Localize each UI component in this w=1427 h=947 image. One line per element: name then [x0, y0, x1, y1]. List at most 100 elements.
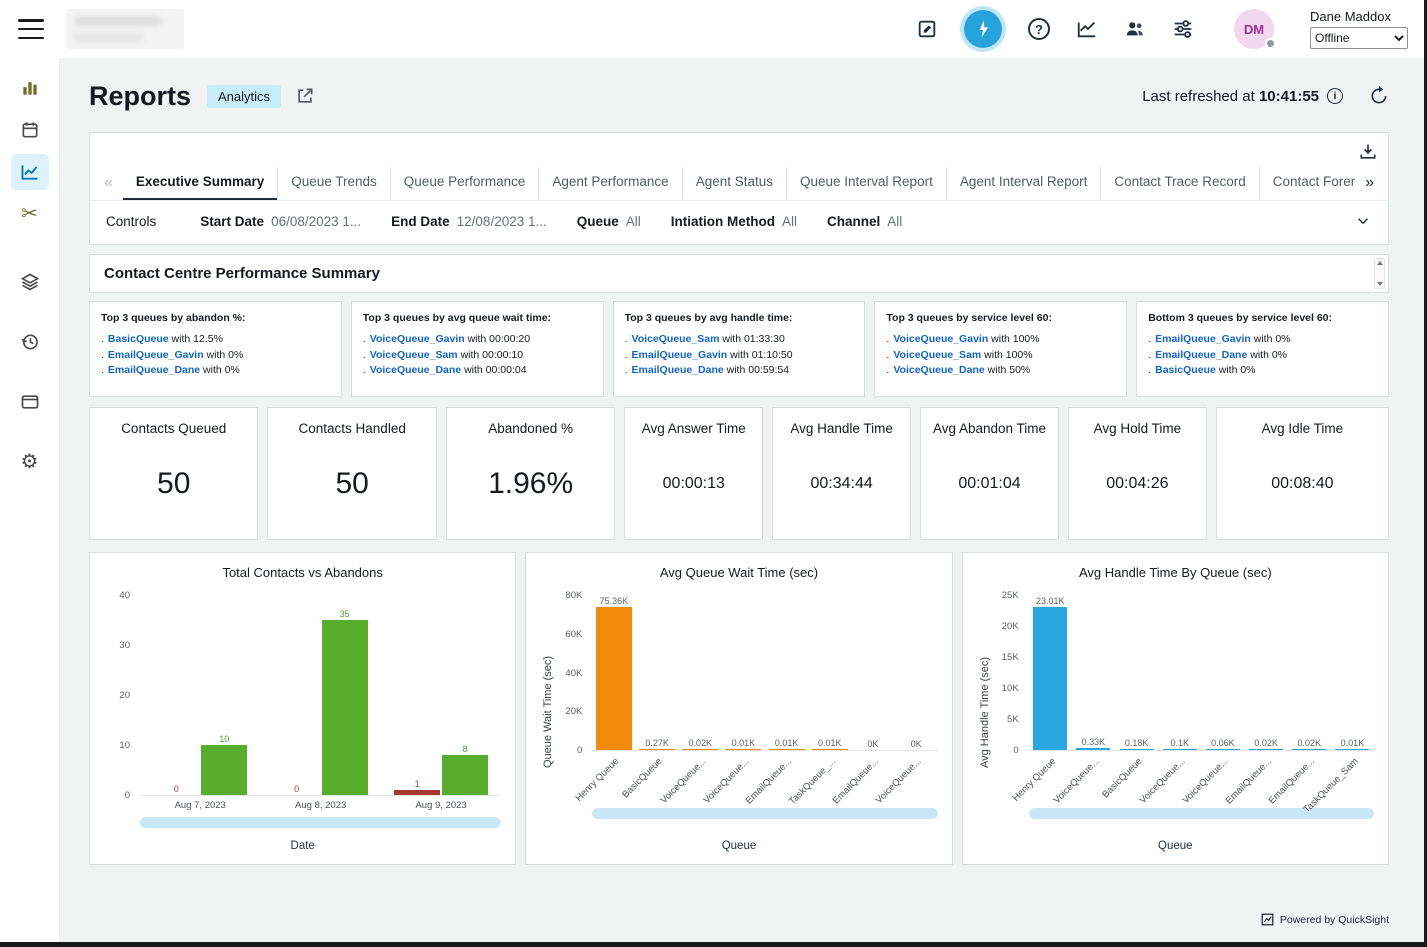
kpi-contacts-queued: Contacts Queued50: [89, 407, 258, 540]
chart-scrollbar[interactable]: [592, 808, 937, 819]
sidebar-item-history[interactable]: [11, 324, 49, 360]
insight-title: Bottom 3 queues by service level 60:: [1148, 311, 1377, 327]
queue-link[interactable]: EmailQueue_Gavin: [108, 349, 204, 361]
tab-contact-trace-record[interactable]: Contact Trace Record: [1100, 167, 1258, 200]
bar[interactable]: [682, 749, 718, 751]
bullet: .: [363, 333, 366, 345]
bar[interactable]: [812, 749, 848, 751]
bar[interactable]: [769, 749, 805, 751]
menu-icon[interactable]: [18, 19, 44, 39]
tab-queue-trends[interactable]: Queue Trends: [277, 167, 390, 200]
tab-queue-performance[interactable]: Queue Performance: [390, 167, 539, 200]
queue-link[interactable]: EmailQueue_Gavin: [1155, 333, 1251, 345]
control-queue[interactable]: QueueAll: [577, 214, 641, 229]
bar-column: 0.01K: [725, 596, 761, 750]
bar[interactable]: [1249, 749, 1283, 751]
external-link-icon[interactable]: [295, 86, 315, 106]
section-title: Contact Centre Performance Summary: [104, 265, 380, 282]
bar[interactable]: [394, 790, 440, 795]
bar-group: 23.01K: [1029, 596, 1072, 750]
chevron-down-icon[interactable]: [1354, 212, 1372, 230]
tab-queue-interval-report[interactable]: Queue Interval Report: [786, 167, 946, 200]
queue-link[interactable]: EmailQueue_Dane: [108, 364, 200, 376]
bar[interactable]: [1206, 749, 1240, 751]
bar-chart-icon: [20, 78, 40, 98]
queue-link[interactable]: VoiceQueue_Gavin: [370, 333, 465, 345]
tabs-scroll-left-icon[interactable]: [94, 170, 123, 200]
control-end-date[interactable]: End Date12/08/2023 1...: [391, 214, 547, 229]
bar[interactable]: [1335, 749, 1369, 751]
bar[interactable]: [1292, 749, 1326, 751]
bar[interactable]: [201, 745, 247, 795]
sidebar-item-settings[interactable]: ⚙: [11, 444, 49, 480]
insight-item: .EmailQueue_Gavin with 01:10:50: [625, 348, 854, 364]
tab-executive-summary[interactable]: Executive Summary: [123, 167, 277, 200]
bar[interactable]: [725, 749, 761, 751]
bullet: .: [625, 364, 628, 376]
tab-contact-forensics[interactable]: Contact Forensics: [1259, 167, 1355, 200]
section-scrollbar[interactable]: [1374, 258, 1385, 289]
lightning-icon[interactable]: [964, 10, 1002, 48]
insight-item: .VoiceQueue_Sam with 01:33:30: [625, 332, 854, 348]
avatar[interactable]: DM: [1234, 9, 1274, 49]
trend-chart-icon[interactable]: [1076, 18, 1098, 40]
queue-link[interactable]: VoiceQueue_Dane: [370, 364, 461, 376]
chart-body: Avg Handle Time (sec) 05K10K15K20K25K 23…: [977, 596, 1374, 828]
tab-agent-performance[interactable]: Agent Performance: [538, 167, 681, 200]
scroll-down-icon[interactable]: [1377, 282, 1383, 286]
queue-link[interactable]: EmailQueue_Gavin: [632, 349, 728, 361]
queue-link[interactable]: BasicQueue: [108, 333, 169, 345]
control-value: All: [887, 214, 902, 229]
sidebar-item-layers[interactable]: [11, 264, 49, 300]
bar[interactable]: [596, 607, 632, 750]
sidebar-item-scissors[interactable]: ✂: [11, 196, 49, 232]
control-channel[interactable]: ChannelAll: [827, 214, 902, 229]
refresh-icon[interactable]: [1369, 86, 1389, 106]
y-tick-label: 15K: [1002, 652, 1019, 663]
download-icon[interactable]: [1358, 142, 1378, 162]
info-icon[interactable]: [1327, 88, 1343, 104]
chart-title: Avg Queue Wait Time (sec): [540, 565, 937, 580]
bar[interactable]: [322, 620, 368, 795]
people-icon[interactable]: [1124, 18, 1146, 40]
user-block: Dane Maddox Offline: [1310, 9, 1408, 49]
bar[interactable]: [1120, 749, 1154, 751]
queue-link[interactable]: EmailQueue_Dane: [1155, 349, 1247, 361]
bar[interactable]: [1033, 607, 1067, 750]
queue-link[interactable]: VoiceQueue_Sam: [893, 349, 981, 361]
scroll-up-icon[interactable]: [1377, 261, 1383, 265]
status-select[interactable]: Offline: [1310, 27, 1408, 49]
chart-scrollbar[interactable]: [140, 817, 501, 828]
y-tick-label: 10K: [1002, 683, 1019, 694]
bar[interactable]: [1163, 749, 1197, 751]
sidebar-item-window[interactable]: [11, 384, 49, 420]
queue-link[interactable]: VoiceQueue_Sam: [632, 333, 720, 345]
bar-value-label: 0.01K: [1341, 738, 1365, 748]
y-tick-label: 0: [1013, 745, 1018, 756]
insight-item: .VoiceQueue_Dane with 50%: [886, 363, 1115, 379]
tabs-scroll-right-icon[interactable]: [1355, 170, 1384, 200]
y-axis-label: Queue Wait Time (sec): [540, 596, 556, 828]
queue-link[interactable]: EmailQueue_Dane: [632, 364, 724, 376]
queue-link[interactable]: VoiceQueue_Sam: [370, 349, 458, 361]
queue-link[interactable]: VoiceQueue_Gavin: [893, 333, 988, 345]
tab-agent-status[interactable]: Agent Status: [682, 167, 786, 200]
bar[interactable]: [442, 755, 488, 795]
insight-text: with 0%: [1251, 333, 1291, 345]
sidebar-item-calendar[interactable]: [11, 112, 49, 148]
tab-agent-interval-report[interactable]: Agent Interval Report: [946, 167, 1101, 200]
bar[interactable]: [639, 749, 675, 751]
bar-column: 0: [274, 596, 320, 795]
queue-link[interactable]: VoiceQueue_Dane: [893, 364, 984, 376]
powered-by-text: Powered by QuickSight: [1280, 914, 1389, 926]
control-start-date[interactable]: Start Date06/08/2023 1...: [200, 214, 361, 229]
sidebar-item-bar-chart[interactable]: [11, 70, 49, 106]
chart-scrollbar[interactable]: [1029, 808, 1374, 819]
notepad-icon[interactable]: [916, 18, 938, 40]
sliders-icon[interactable]: [1172, 18, 1194, 40]
control-intiation-method[interactable]: Intiation MethodAll: [671, 214, 797, 229]
bar[interactable]: [1076, 748, 1110, 750]
sidebar-item-reports[interactable]: [11, 154, 49, 190]
queue-link[interactable]: BasicQueue: [1155, 364, 1216, 376]
help-icon[interactable]: [1028, 18, 1050, 40]
